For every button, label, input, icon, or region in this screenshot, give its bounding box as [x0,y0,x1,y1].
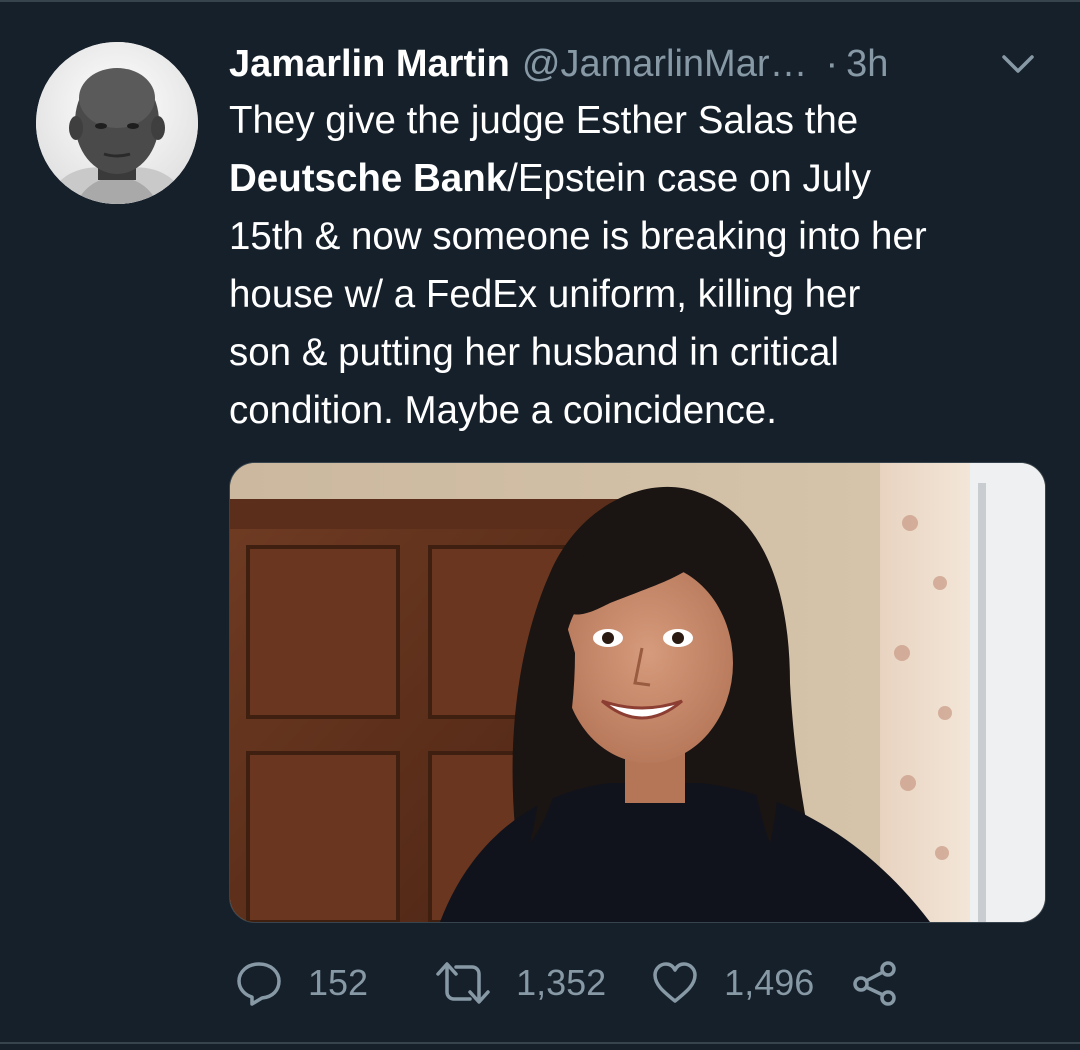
reply-count: 152 [308,962,369,1003]
tweet-photo[interactable] [229,462,1046,923]
tweet-text-segment: /Epstein case on July [507,157,871,200]
author-handle[interactable]: @JamarlinMar… [522,38,808,90]
heart-icon [653,962,697,1003]
tweet-text-line: son & putting her husband in critical [229,331,839,374]
tweet-actions: 152 1,352 1,496 [234,955,900,1011]
like-count: 1,496 [724,962,815,1003]
avatar-photo [36,42,198,204]
tweet-text: They give the judge Esther Salas the Deu… [229,92,1059,440]
header-separator: · [825,43,839,85]
author-display-name[interactable]: Jamarlin Martin [229,38,510,90]
top-divider [0,0,1080,2]
reply-button[interactable]: 152 [234,958,368,1008]
like-button[interactable]: 1,496 [650,958,814,1008]
bottom-divider [0,1042,1080,1044]
share-icon [853,961,897,1006]
tweet-text-line: condition. Maybe a coincidence. [229,389,777,432]
tweet-text-line: 15th & now someone is breaking into her [229,215,927,258]
tweet-timestamp[interactable]: 3h [846,38,888,90]
chevron-down-icon[interactable] [1000,52,1036,76]
photo-image [230,463,1045,922]
share-button[interactable] [850,958,900,1008]
author-avatar[interactable] [36,42,198,204]
reply-icon [237,962,281,1006]
tweet-text-bold: Deutsche Bank [229,157,508,200]
tweet-text-line: They give the judge Esther Salas the [229,99,859,142]
tweet-text-line: Deutsche Bank/Epstein case on July [229,150,1059,208]
retweet-button[interactable]: 1,352 [434,958,606,1008]
retweet-icon [436,962,490,1004]
tweet-header: Jamarlin Martin @JamarlinMar… · 3h [229,38,1059,90]
retweet-count: 1,352 [516,962,607,1003]
tweet-card: Jamarlin Martin @JamarlinMar… · 3h They … [0,0,1080,1050]
tweet-text-line: house w/ a FedEx uniform, killing her [229,273,861,316]
